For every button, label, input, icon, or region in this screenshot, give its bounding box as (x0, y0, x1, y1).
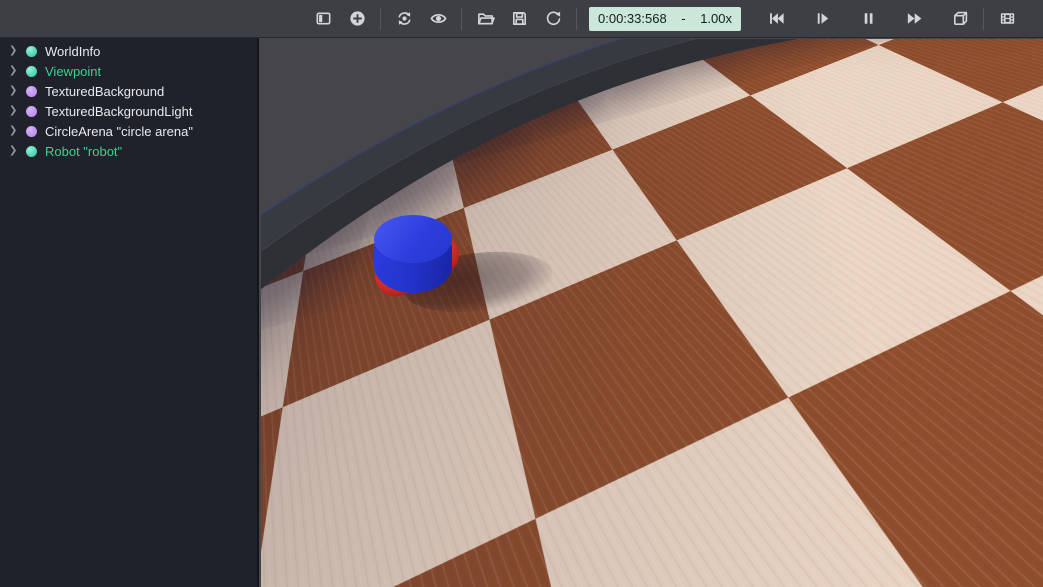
scene-tree-item[interactable]: ❯ Robot "robot" (0, 141, 257, 161)
scene-tree-panel: ❯ WorldInfo ❯ Viewpoint ❯ TexturedBackgr… (0, 38, 259, 587)
sync-arrows-icon (395, 9, 414, 28)
scene-tree-item[interactable]: ❯ Viewpoint (0, 61, 257, 81)
show-view-button[interactable] (421, 4, 455, 34)
simulation-time-display[interactable]: 0:00:33:568 - 1.00x (589, 7, 741, 31)
arena-wall-inner-face (261, 39, 1043, 185)
node-type-icon (26, 66, 37, 77)
expand-chevron-icon[interactable]: ❯ (9, 81, 23, 101)
node-label: TexturedBackgroundLight (45, 104, 192, 119)
node-type-icon (26, 46, 37, 57)
toggle-scene-tree-button[interactable] (306, 4, 340, 34)
node-label: Viewpoint (45, 64, 101, 79)
robot-top-cap (374, 215, 452, 263)
webots-window: 0:00:33:568 - 1.00x (0, 0, 1043, 587)
expand-chevron-icon[interactable]: ❯ (9, 121, 23, 141)
toolbar-separator (461, 8, 462, 30)
cube-icon (951, 9, 970, 28)
expand-chevron-icon[interactable]: ❯ (9, 101, 23, 121)
scene-tree-item[interactable]: ❯ CircleArena "circle arena" (0, 121, 257, 141)
node-label: WorldInfo (45, 44, 100, 59)
3d-viewport[interactable] (261, 39, 1043, 587)
scene-tree-item[interactable]: ❯ TexturedBackgroundLight (0, 101, 257, 121)
checkerboard-texture (261, 39, 1011, 205)
reload-render-button[interactable] (387, 4, 421, 34)
reset-simulation-button[interactable] (536, 4, 570, 34)
folder-open-icon (476, 9, 495, 28)
pause-button[interactable] (851, 4, 885, 34)
movie-recording-button[interactable] (990, 4, 1024, 34)
time-dash: - (681, 11, 685, 26)
toolbar-separator (576, 8, 577, 30)
node-type-icon (26, 106, 37, 117)
add-node-button[interactable] (340, 4, 374, 34)
expand-chevron-icon[interactable]: ❯ (9, 61, 23, 81)
skip-to-start-button[interactable] (759, 4, 793, 34)
sim-speed-value: 1.00x (700, 11, 732, 26)
sim-time-value: 0:00:33:568 (598, 11, 667, 26)
plus-circle-icon (348, 9, 367, 28)
skip-back-icon (767, 9, 786, 28)
step-play-icon (813, 9, 832, 28)
node-label: Robot "robot" (45, 144, 122, 159)
scene-tree-item[interactable]: ❯ WorldInfo (0, 41, 257, 61)
node-type-icon (26, 126, 37, 137)
sidebar-toggle-icon (314, 9, 333, 28)
fast-forward-button[interactable] (897, 4, 931, 34)
node-type-icon (26, 146, 37, 157)
node-type-icon (26, 86, 37, 97)
node-label: CircleArena "circle arena" (45, 124, 193, 139)
scene-tree-item[interactable]: ❯ TexturedBackground (0, 81, 257, 101)
main-toolbar: 0:00:33:568 - 1.00x (0, 0, 1043, 38)
node-label: TexturedBackground (45, 84, 164, 99)
3d-view-button[interactable] (943, 4, 977, 34)
open-world-button[interactable] (468, 4, 502, 34)
pause-icon (859, 9, 878, 28)
save-world-button[interactable] (502, 4, 536, 34)
toolbar-separator (983, 8, 984, 30)
expand-chevron-icon[interactable]: ❯ (9, 141, 23, 161)
arena-floor (261, 39, 1043, 205)
reload-circle-icon (544, 9, 563, 28)
expand-chevron-icon[interactable]: ❯ (9, 41, 23, 61)
robot-model (369, 211, 559, 321)
fast-forward-icon (905, 9, 924, 28)
floppy-save-icon (510, 9, 529, 28)
toolbar-separator (380, 8, 381, 30)
eye-icon (429, 9, 448, 28)
arena-wall (261, 39, 1043, 176)
filmstrip-icon (998, 9, 1017, 28)
step-forward-button[interactable] (805, 4, 839, 34)
